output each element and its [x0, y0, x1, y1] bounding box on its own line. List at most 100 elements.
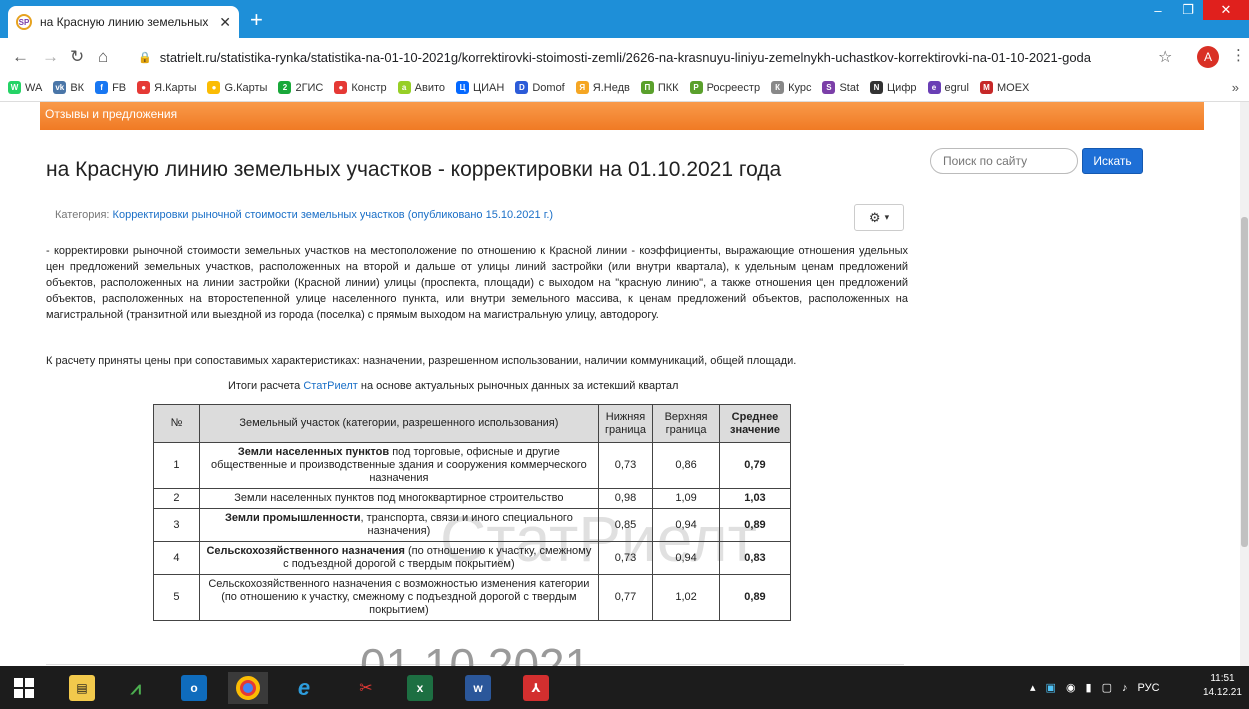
back-icon[interactable]: ← [12, 47, 29, 67]
bookmark-favicon-icon: W [8, 81, 21, 94]
watermark-date: 01.10.2021 [360, 639, 591, 666]
bookmark-item[interactable]: D Domof [515, 81, 565, 94]
page-scrollbar[interactable] [1240, 102, 1249, 666]
row-low: 0,98 [597, 488, 654, 509]
bookmark-favicon-icon: D [515, 81, 529, 94]
clock-date: 14.12.21 [1203, 687, 1242, 698]
article-tools-button[interactable]: ⚙ ▾ [854, 204, 904, 231]
home-icon[interactable]: ⌂ [98, 47, 108, 67]
excel-icon[interactable]: x [400, 672, 440, 704]
header-desc: Земельный участок (категории, разрешенно… [198, 404, 599, 443]
internet-explorer-icon[interactable]: e [284, 672, 324, 704]
file-explorer-icon[interactable]: ▤ [62, 672, 102, 704]
site-search-button[interactable]: Искать [1082, 148, 1143, 174]
menu-kebab-icon[interactable]: ⋮ [1231, 46, 1246, 64]
bookmark-item[interactable]: M MOEX [979, 81, 1029, 94]
acrobat-icon[interactable]: ⅄ [516, 672, 556, 704]
snipping-tool-icon[interactable]: ✂ [346, 672, 386, 704]
tray-chevron-icon[interactable]: ▴ [1030, 681, 1036, 694]
bookmark-item[interactable]: Я Я.Недв [575, 81, 630, 94]
category-line: Категория: Корректировки рыночной стоимо… [55, 209, 553, 221]
bookmark-item[interactable]: 2 2ГИС [278, 81, 323, 94]
row-desc: Сельскохозяйственного назначения (по отн… [198, 541, 599, 575]
bookmark-label: FB [112, 81, 127, 94]
tray-battery-icon[interactable]: ▮ [1086, 681, 1092, 694]
bookmark-label: Авито [414, 81, 446, 94]
profile-avatar[interactable]: A [1197, 46, 1219, 68]
bookmark-favicon-icon: ● [334, 81, 348, 94]
site-search-input[interactable] [930, 148, 1078, 174]
windows-taskbar: ▤ ⩘ o e ✂ x w ⅄ ▴ ▣ ◉ ▮ ▢ ♪ РУС 11:51 14… [0, 666, 1249, 709]
row-avg: 1,03 [718, 488, 792, 509]
table-row: 5 Сельскохозяйственного назначения с возм… [153, 574, 792, 621]
row-high: 0,86 [652, 442, 720, 489]
bookmark-label: Росреестр [706, 81, 761, 94]
tray-chat-icon[interactable]: ▢ [1102, 681, 1112, 694]
tray-language[interactable]: РУС [1138, 682, 1160, 694]
taskbar-clock[interactable]: 11:51 14.12.21 [1203, 672, 1242, 700]
reload-icon[interactable]: ↻ [70, 47, 84, 67]
nav-link-feedback[interactable]: Отзывы и предложения [45, 107, 177, 121]
bookmark-item[interactable]: ● G.Карты [207, 81, 267, 94]
row-num: 4 [153, 541, 200, 575]
bookmark-item[interactable]: К Курс [771, 81, 811, 94]
tray-app-icon[interactable]: ▣ [1046, 681, 1056, 694]
tray-volume-icon[interactable]: ♪ [1122, 682, 1128, 694]
bookmark-item[interactable]: e egrul [927, 81, 969, 94]
address-bar-row: ← → ↻ ⌂ 🔒 statrielt.ru/statistika-rynka/… [0, 38, 1249, 74]
outlook-icon[interactable]: o [174, 672, 214, 704]
row-high: 0,94 [652, 508, 720, 542]
url-field[interactable]: 🔒 statrielt.ru/statistika-rynka/statisti… [128, 44, 1138, 70]
intro-paragraph: - корректировки рыночной стоимости земел… [46, 245, 908, 321]
bookmark-label: Domof [532, 81, 565, 94]
bookmark-star-icon[interactable]: ☆ [1158, 47, 1172, 67]
browser-tab[interactable]: SP на Красную линию земельных у ✕ [8, 6, 239, 38]
bookmark-favicon-icon: ● [207, 81, 221, 94]
bookmark-favicon-icon: Ц [456, 81, 470, 94]
start-windows-icon[interactable] [4, 672, 44, 704]
bookmark-item[interactable]: vk ВК [53, 81, 84, 94]
category-link[interactable]: Корректировки рыночной стоимости земельн… [113, 209, 554, 221]
table-row: 1 Земли населенных пунктов под торговые, … [153, 442, 792, 489]
bookmark-label: Курс [788, 81, 812, 94]
bookmark-favicon-icon: П [640, 81, 654, 94]
bookmark-item[interactable]: ● Я.Карты [137, 81, 196, 94]
caret-down-icon: ▾ [884, 212, 890, 222]
bookmark-item[interactable]: ● Констр [334, 81, 387, 94]
tray-network-icon[interactable]: ◉ [1066, 681, 1076, 694]
row-desc: Земли населенных пунктов под многокварти… [198, 488, 599, 509]
bookmark-item[interactable]: Ц ЦИАН [456, 81, 504, 94]
url-text: statrielt.ru/statistika-rynka/statistika… [159, 49, 1092, 65]
header-avg: Среднее значение [718, 404, 792, 443]
bookmark-item[interactable]: S Stat [822, 81, 859, 94]
bookmark-favicon-icon: Р [689, 81, 703, 94]
results-table: № Земельный участок (категории, разрешен… [153, 404, 792, 621]
row-low: 0,85 [597, 508, 654, 542]
app-chart-icon[interactable]: ⩘ [116, 672, 156, 704]
restore-icon[interactable]: ❐ [1173, 0, 1203, 20]
row-desc-rest: , транспорта, связи и иного специального… [360, 512, 573, 537]
table-row: 2 Земли населенных пунктов под многокварт… [153, 488, 792, 509]
bookmark-item[interactable]: N Цифр [870, 81, 917, 94]
table-caption: Итоги расчета СтатРиелт на основе актуал… [228, 380, 678, 392]
table-row: 4 Сельскохозяйственного назначения (по от… [153, 541, 792, 575]
row-num: 3 [153, 508, 200, 542]
tab-close-icon[interactable]: ✕ [219, 14, 231, 31]
bookmark-item[interactable]: a Авито [397, 81, 446, 94]
caption-link[interactable]: СтатРиелт [303, 380, 357, 392]
bookmark-item[interactable]: Р Росреестр [689, 81, 761, 94]
word-icon[interactable]: w [458, 672, 498, 704]
minimize-icon[interactable]: – [1143, 0, 1173, 20]
bookmark-item[interactable]: W WA [8, 81, 42, 94]
bookmarks-overflow-icon[interactable]: » [1232, 80, 1239, 95]
chrome-icon[interactable] [228, 672, 268, 704]
row-low: 0,73 [597, 541, 654, 575]
forward-icon[interactable]: → [42, 47, 59, 67]
row-desc-rest: Сельскохозяйственного назначения с возмо… [208, 578, 590, 616]
scrollbar-thumb[interactable] [1241, 217, 1248, 547]
window-close-icon[interactable]: ✕ [1203, 0, 1249, 20]
new-tab-icon[interactable]: + [250, 8, 263, 32]
bookmark-favicon-icon: vk [53, 81, 67, 94]
bookmark-item[interactable]: П ПКК [640, 81, 679, 94]
bookmark-item[interactable]: f FB [95, 81, 126, 94]
